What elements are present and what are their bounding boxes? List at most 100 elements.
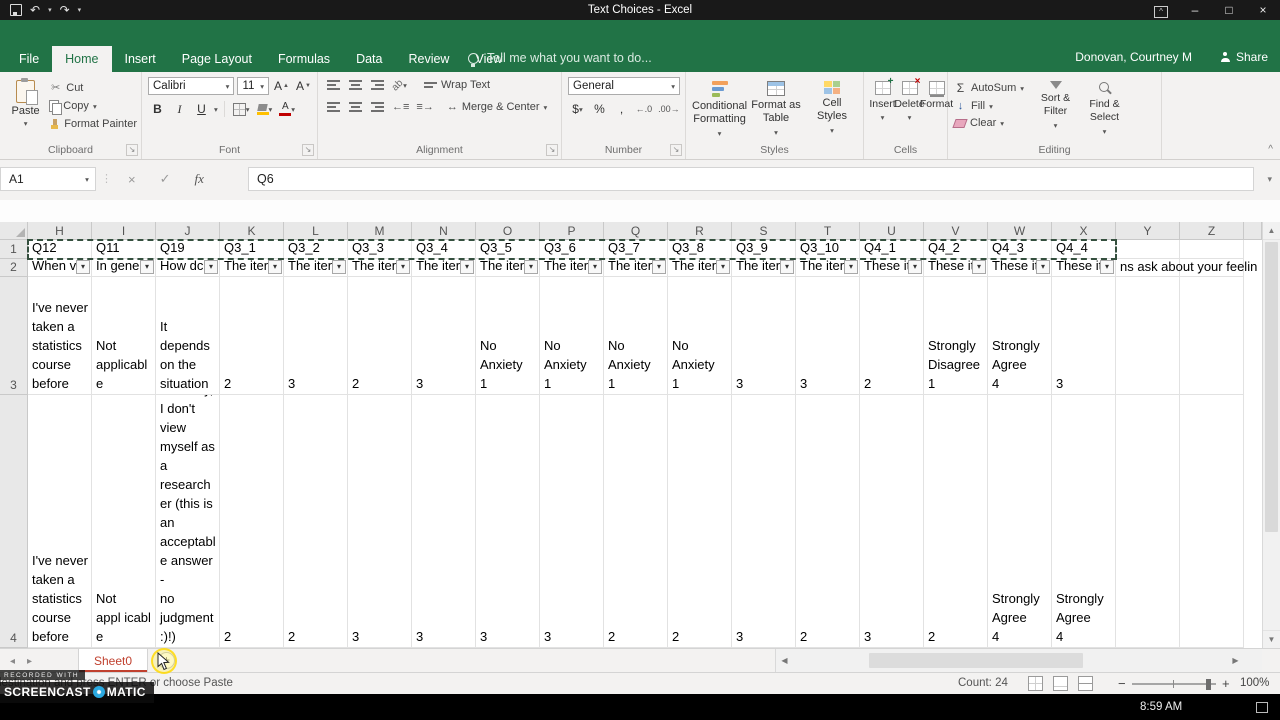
comma-style-button[interactable]: ,: [612, 101, 631, 117]
font-size-combo[interactable]: 11 ▾: [237, 77, 269, 95]
accounting-format-button[interactable]: $ ▾: [568, 101, 587, 117]
tab-review[interactable]: Review: [395, 46, 462, 72]
cell-Z3[interactable]: [1180, 277, 1244, 395]
normal-view-icon[interactable]: [1028, 676, 1043, 691]
cell-W2[interactable]: These it ▾: [988, 259, 1052, 277]
share-button[interactable]: Share: [1220, 50, 1268, 64]
cell-L1[interactable]: Q3_2: [284, 240, 348, 259]
minimize-button[interactable]: –: [1178, 0, 1212, 20]
filter-dropdown-H2[interactable]: ▾: [76, 260, 90, 274]
cell-T1[interactable]: Q3_10: [796, 240, 860, 259]
column-header-O[interactable]: O: [476, 222, 540, 240]
maximize-button[interactable]: □: [1212, 0, 1246, 20]
select-all-corner[interactable]: [0, 222, 28, 240]
cell-P4[interactable]: 3: [540, 395, 604, 648]
orientation-button[interactable]: ab ▾: [390, 77, 409, 93]
cell-N4[interactable]: 3: [412, 395, 476, 648]
row-header-4[interactable]: 4: [0, 395, 28, 648]
clear-button[interactable]: Clear ▾: [952, 117, 1024, 129]
cell-N3[interactable]: 3: [412, 277, 476, 395]
find-select-button[interactable]: Find & Select ▾: [1081, 77, 1128, 143]
top-align-button[interactable]: [324, 77, 343, 93]
cell-W1[interactable]: Q4_3: [988, 240, 1052, 259]
bold-button[interactable]: B: [148, 101, 167, 117]
column-header-V[interactable]: V: [924, 222, 988, 240]
bottom-align-button[interactable]: [368, 77, 387, 93]
sort-filter-button[interactable]: Sort & Filter ▾: [1032, 77, 1079, 143]
cell-S3[interactable]: 3: [732, 277, 796, 395]
cell-Q2[interactable]: The iter ▾: [604, 259, 668, 277]
cell-W4[interactable]: Strongly Agree 4: [988, 395, 1052, 648]
filter-dropdown-T2[interactable]: ▾: [844, 260, 858, 274]
horizontal-scrollbar-thumb[interactable]: [869, 653, 1083, 668]
italic-button[interactable]: I: [170, 101, 189, 117]
tray-icon[interactable]: [1256, 702, 1268, 713]
cell-O3[interactable]: No Anxiety 1: [476, 277, 540, 395]
filter-dropdown-L2[interactable]: ▾: [332, 260, 346, 274]
cell-X2[interactable]: These it ▾: [1052, 259, 1116, 277]
format-cells-button[interactable]: Format: [920, 77, 953, 143]
ribbon-display-options-button[interactable]: ^: [1144, 0, 1178, 20]
cell-M4[interactable]: 3: [348, 395, 412, 648]
formula-bar[interactable]: Q6: [248, 167, 1254, 191]
cell-J4[interactable]: Honestly, I don't view myself as a resea…: [156, 395, 220, 648]
row-header-3[interactable]: 3: [0, 277, 28, 395]
column-header-X[interactable]: X: [1052, 222, 1116, 240]
merge-center-button[interactable]: ↔ Merge & Center ▾: [447, 101, 547, 113]
filter-dropdown-J2[interactable]: ▾: [204, 260, 218, 274]
column-header-Y[interactable]: Y: [1116, 222, 1180, 240]
page-break-view-icon[interactable]: [1078, 676, 1093, 691]
tab-page-layout[interactable]: Page Layout: [169, 46, 265, 72]
cell-Q1[interactable]: Q3_7: [604, 240, 668, 259]
cell-P1[interactable]: Q3_6: [540, 240, 604, 259]
cell-H4[interactable]: I've never taken a statistics course bef…: [28, 395, 92, 648]
cell-styles-button[interactable]: Cell Styles ▾: [805, 77, 859, 143]
conditional-formatting-button[interactable]: Conditional Formatting ▾: [692, 77, 747, 143]
cell-M2[interactable]: The iter ▾: [348, 259, 412, 277]
cell-L2[interactable]: The iter ▾: [284, 259, 348, 277]
cell-H3[interactable]: I've never taken a statistics course bef…: [28, 277, 92, 395]
cell-L3[interactable]: 3: [284, 277, 348, 395]
filter-dropdown-O2[interactable]: ▾: [524, 260, 538, 274]
font-family-combo[interactable]: Calibri ▾: [148, 77, 235, 95]
tab-insert[interactable]: Insert: [112, 46, 169, 72]
cell-U4[interactable]: 3: [860, 395, 924, 648]
underline-button[interactable]: U: [192, 101, 211, 117]
cell-Z4[interactable]: [1180, 395, 1244, 648]
cell-R2[interactable]: The iter ▾: [668, 259, 732, 277]
middle-align-button[interactable]: [346, 77, 365, 93]
cancel-formula-icon[interactable]: ×: [128, 172, 136, 187]
percent-style-button[interactable]: %: [590, 101, 609, 117]
format-painter-button[interactable]: Format Painter: [49, 118, 137, 130]
number-format-combo[interactable]: General ▾: [568, 77, 680, 95]
scroll-down-icon[interactable]: ▼: [1263, 630, 1280, 648]
close-button[interactable]: ×: [1246, 0, 1280, 20]
account-name[interactable]: Donovan, Courtney M: [1075, 50, 1192, 64]
cell-S2[interactable]: The iter ▾: [732, 259, 796, 277]
column-header-S[interactable]: S: [732, 222, 796, 240]
cell-S1[interactable]: Q3_9: [732, 240, 796, 259]
wrap-text-button[interactable]: Wrap Text: [424, 79, 490, 91]
alignment-dialog-launcher[interactable]: ↘: [546, 144, 558, 156]
increase-font-size-button[interactable]: A ▲: [272, 78, 291, 94]
filter-dropdown-S2[interactable]: ▾: [780, 260, 794, 274]
filter-dropdown-X2[interactable]: ▾: [1100, 260, 1114, 274]
name-box[interactable]: A1 ▾: [0, 167, 96, 191]
cell-H2[interactable]: When v ▾: [28, 259, 92, 277]
cell-Q4[interactable]: 2: [604, 395, 668, 648]
cell-Y1[interactable]: [1116, 240, 1180, 259]
cell-V2[interactable]: These it ▾: [924, 259, 988, 277]
cell-Y4[interactable]: [1116, 395, 1180, 648]
insert-function-icon[interactable]: fx: [195, 171, 204, 187]
cell-J1[interactable]: Q19: [156, 240, 220, 259]
column-header-I[interactable]: I: [92, 222, 156, 240]
filter-dropdown-V2[interactable]: ▾: [972, 260, 986, 274]
tab-data[interactable]: Data: [343, 46, 395, 72]
cell-M3[interactable]: 2: [348, 277, 412, 395]
decrease-indent-button[interactable]: ←≡: [390, 99, 411, 115]
zoom-slider-track[interactable]: [1132, 683, 1216, 685]
cell-I4[interactable]: Not appl icabl e: [92, 395, 156, 648]
fill-color-button[interactable]: ▾: [255, 101, 275, 117]
filter-dropdown-K2[interactable]: ▾: [268, 260, 282, 274]
filter-dropdown-P2[interactable]: ▾: [588, 260, 602, 274]
